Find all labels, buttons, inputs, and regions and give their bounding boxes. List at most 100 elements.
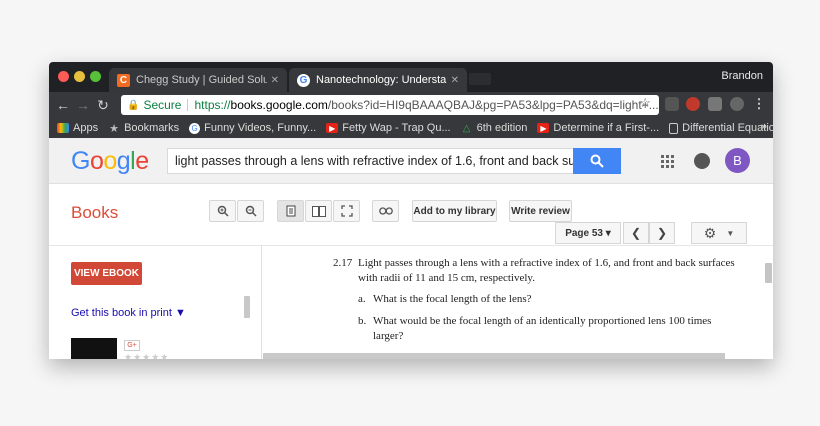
maximize-window-button[interactable]: [90, 71, 101, 82]
page-selector[interactable]: Page 53 ▾: [555, 222, 621, 244]
google-plus-button[interactable]: G+: [124, 340, 140, 351]
books-toolbar: Books Add to my library Write review Pag…: [49, 184, 773, 246]
sub-question-label: b.: [358, 315, 367, 327]
url-path: /books?id=HI9qBAAAQBAJ&pg=PA53&lpg=PA53&…: [327, 98, 659, 112]
secure-label: Secure: [143, 98, 182, 112]
reload-icon[interactable]: ↻: [95, 96, 111, 114]
menu-dots-icon[interactable]: ⋮: [752, 96, 766, 111]
google-logo[interactable]: Google: [71, 147, 149, 176]
url-scheme: https://: [194, 98, 231, 112]
vertical-scrollbar[interactable]: [765, 263, 772, 283]
extension-icon[interactable]: [686, 97, 700, 111]
chevron-right-icon: ❯: [656, 226, 668, 240]
apps-grid-icon[interactable]: [661, 155, 674, 168]
bookmark-6th-edition[interactable]: △ 6th edition: [461, 122, 528, 134]
bookmark-apps[interactable]: Apps: [57, 122, 98, 134]
search-input[interactable]: light passes through a lens with refract…: [167, 148, 574, 174]
two-page-view-button[interactable]: [305, 200, 332, 222]
logo-letter: G: [71, 147, 90, 175]
divider: [187, 99, 189, 111]
single-page-icon: [286, 205, 295, 217]
link-button[interactable]: [372, 200, 399, 222]
youtube-icon: ▶: [326, 123, 339, 133]
google-icon: G: [297, 73, 310, 87]
sidebar-scrollbar[interactable]: [244, 296, 250, 318]
back-arrow-icon[interactable]: ←: [55, 96, 71, 114]
zoom-in-icon: [217, 205, 229, 217]
fullscreen-icon: [340, 205, 353, 217]
bookmark-bookmarks[interactable]: ★ Bookmarks: [108, 122, 179, 135]
bookmark-fetty-wap[interactable]: ▶ Fetty Wap - Trap Qu...: [326, 122, 451, 134]
chevron-down-icon: ▼: [726, 228, 735, 238]
drive-icon: △: [462, 122, 471, 134]
cast-icon[interactable]: [665, 97, 679, 111]
write-review-button[interactable]: Write review: [509, 200, 572, 222]
minimize-window-button[interactable]: [74, 71, 85, 82]
youtube-icon: ▶: [537, 123, 550, 133]
chegg-icon: C: [117, 73, 130, 87]
search-icon: [590, 154, 604, 168]
link-icon: [378, 207, 393, 215]
bookmark-differential[interactable]: Differential Equation...: [669, 122, 773, 134]
sub-question-label: a.: [358, 293, 366, 305]
logo-letter: g: [116, 147, 131, 175]
bookmark-determine[interactable]: ▶ Determine if a First-...: [537, 122, 659, 134]
close-window-button[interactable]: [58, 71, 69, 82]
zoom-in-button[interactable]: [209, 200, 236, 222]
page-icon: [669, 122, 679, 134]
get-in-print-link[interactable]: Get this book in print ▼: [71, 307, 186, 319]
fullscreen-button[interactable]: [333, 200, 360, 222]
avatar[interactable]: B: [725, 148, 750, 173]
tab-chegg[interactable]: C Chegg Study | Guided Solution ✕: [109, 68, 287, 92]
search-button[interactable]: [573, 148, 621, 174]
two-page-icon: [311, 205, 326, 217]
forward-arrow-icon[interactable]: →: [75, 96, 91, 114]
sidebar: VIEW EBOOK Get this book in print ▼ G+ ★…: [49, 246, 262, 359]
url-host: books.google.com: [230, 98, 328, 112]
gear-icon: ⚙: [703, 224, 717, 241]
google-header: Google light passes through a lens with …: [49, 138, 773, 184]
more-bookmarks-icon[interactable]: »: [761, 121, 767, 133]
single-page-view-button[interactable]: [277, 200, 304, 222]
view-ebook-button[interactable]: VIEW EBOOK: [71, 262, 142, 285]
google-icon: G: [189, 122, 201, 134]
rating-stars[interactable]: ★★★★★: [124, 352, 169, 359]
tab-nanotechnology[interactable]: G Nanotechnology: Understandin ✕: [289, 68, 467, 92]
question-text: Light passes through a lens with a refra…: [358, 257, 735, 284]
previous-page-button[interactable]: ❮: [623, 222, 649, 244]
book-page-content: 2.17 Light passes through a lens with a …: [263, 246, 773, 359]
chevron-left-icon: ❮: [630, 226, 642, 240]
tab-title: Chegg Study | Guided Solution: [136, 74, 267, 86]
close-tab-icon[interactable]: ✕: [271, 75, 279, 86]
book-cover-thumbnail[interactable]: [71, 338, 117, 359]
bookmark-funny-videos[interactable]: G Funny Videos, Funny...: [189, 122, 316, 134]
browser-window: C Chegg Study | Guided Solution ✕ G Nano…: [49, 62, 773, 359]
zoom-out-button[interactable]: [237, 200, 264, 222]
tab-title: Nanotechnology: Understandin: [316, 74, 447, 86]
sub-question-text: What would be the focal length of an ide…: [373, 315, 712, 342]
extension-icon[interactable]: [708, 97, 722, 111]
bookmarks-bar: Apps ★ Bookmarks G Funny Videos, Funny..…: [49, 118, 773, 138]
address-bar[interactable]: 🔒 Secure https:// books.google.com /book…: [121, 95, 659, 115]
logo-letter: e: [135, 147, 149, 175]
question-number: 2.17: [333, 257, 353, 269]
books-title[interactable]: Books: [71, 203, 118, 223]
horizontal-scrollbar[interactable]: [263, 353, 725, 359]
logo-letter: o: [89, 147, 104, 175]
star-icon: ★: [109, 122, 120, 135]
lock-icon: 🔒: [127, 99, 140, 111]
extension-icon[interactable]: [730, 97, 744, 111]
next-page-button[interactable]: ❯: [649, 222, 675, 244]
profile-name[interactable]: Brandon: [721, 70, 763, 82]
sub-question-text: What is the focal length of the lens?: [373, 293, 532, 305]
new-tab-button[interactable]: [469, 73, 491, 85]
tab-strip: C Chegg Study | Guided Solution ✕ G Nano…: [49, 62, 773, 92]
bookmark-star-icon[interactable]: ☆: [639, 95, 651, 111]
settings-button[interactable]: ⚙ ▼: [691, 222, 747, 244]
zoom-out-icon: [245, 205, 257, 217]
close-tab-icon[interactable]: ✕: [451, 75, 459, 86]
apps-icon: [57, 123, 69, 133]
sub-question-a: a. What is the focal length of the lens?: [358, 292, 742, 307]
notifications-icon[interactable]: [694, 153, 710, 169]
add-to-library-button[interactable]: Add to my library: [412, 200, 497, 222]
